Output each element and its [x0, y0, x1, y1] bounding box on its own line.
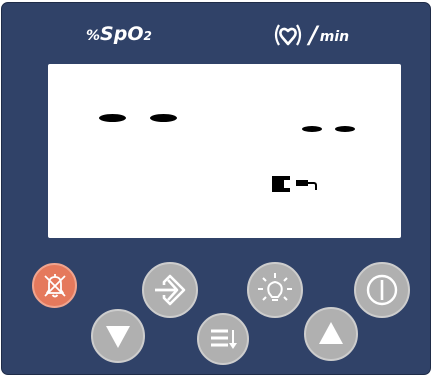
lcd-display: [48, 64, 401, 238]
pulse-digit-dash: [335, 126, 355, 132]
spo2-digit-dash: [99, 114, 126, 122]
menu-button[interactable]: [197, 313, 249, 365]
spo2-digit-dash: [150, 114, 177, 122]
up-triangle-icon: [319, 322, 343, 344]
heart-pulse-icon: [274, 24, 302, 46]
power-button[interactable]: [354, 262, 410, 318]
alarm-silence-button[interactable]: [32, 263, 77, 308]
pulse-rate-label: / min: [269, 21, 349, 49]
pulse-unit: min: [319, 29, 350, 45]
pulse-slash: /: [309, 21, 318, 49]
menu-list-icon: [211, 329, 237, 349]
power-icon: [366, 274, 398, 306]
sun-icon: [258, 273, 292, 301]
spo2-label: %SpO2: [86, 23, 152, 45]
enter-button[interactable]: [142, 262, 198, 318]
spo2-text: SpO: [100, 23, 144, 45]
up-button[interactable]: [304, 307, 358, 361]
crossed-bell-icon: [43, 273, 66, 297]
down-triangle-icon: [106, 326, 130, 348]
brightness-button[interactable]: [247, 262, 303, 318]
oximeter-front-panel: %SpO2 / min: [1, 2, 431, 375]
down-button[interactable]: [91, 309, 145, 363]
spo2-percent-sign: %: [86, 28, 101, 44]
pulse-digit-dash: [302, 126, 322, 132]
spo2-subscript: 2: [143, 29, 152, 43]
enter-arrow-icon: [155, 274, 186, 306]
